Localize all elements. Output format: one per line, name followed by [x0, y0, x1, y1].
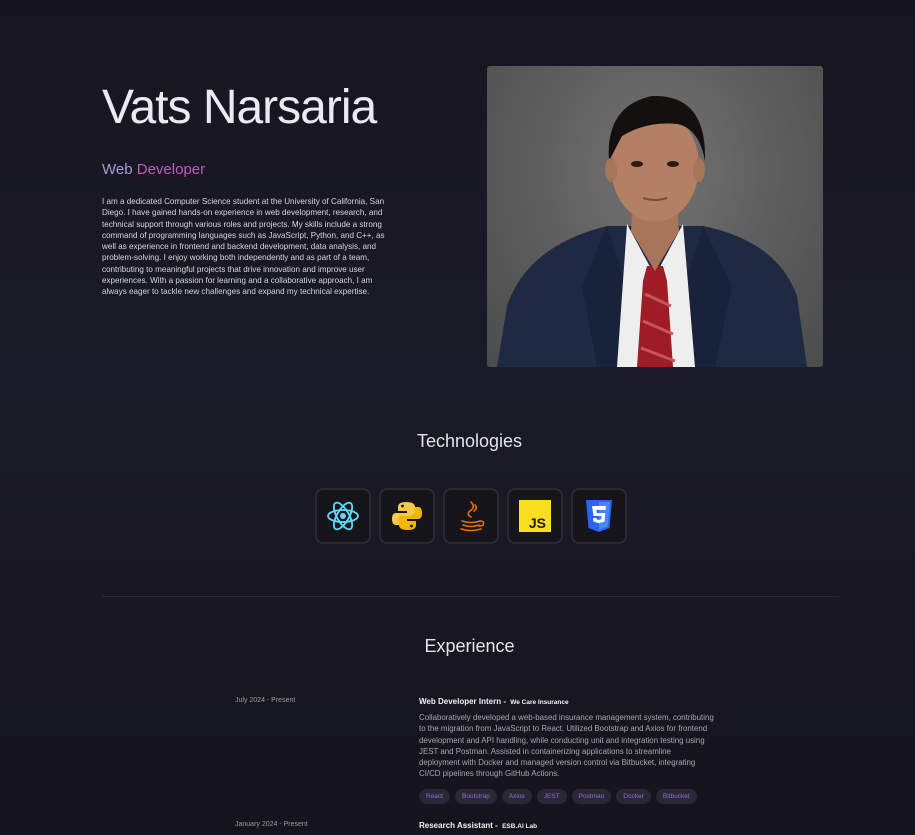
skill-tag: React [419, 789, 450, 804]
technologies-title: Technologies [416, 431, 523, 451]
experience-description: Collaboratively developed a web-based in… [419, 713, 714, 779]
hero-bio: I am a dedicated Computer Science studen… [102, 197, 385, 297]
tech-card-javascript: JS [507, 488, 563, 544]
section-divider [102, 596, 839, 597]
experience-date: July 2024 - Present [235, 697, 296, 704]
profile-photo [487, 66, 823, 367]
experience-tags: React Bootstrap Axios JEST Postman Docke… [419, 789, 697, 804]
experience-date: January 2024 - Present [235, 821, 308, 828]
skill-tag: Bitbucket [655, 789, 697, 804]
tech-card-python [379, 488, 435, 544]
tech-card-react [315, 488, 371, 544]
hero-section: Vats Narsaria Web Developer I am a dedic… [0, 0, 915, 400]
skill-tag: Docker [616, 789, 651, 804]
skill-tag: Axios [501, 789, 532, 804]
react-icon [327, 501, 359, 531]
tech-card-java [443, 488, 499, 544]
hero-role-developer: Developer [136, 161, 206, 178]
experience-company: We Care Insurance [510, 699, 569, 706]
experience-heading: Web Developer Intern - We Care Insurance [419, 697, 569, 706]
experience-heading: Research Assistant - ESB.AI Lab [419, 821, 537, 830]
svg-text:JS: JS [529, 515, 546, 531]
experience-title: Experience [424, 636, 515, 656]
technologies-list: JS [315, 488, 627, 544]
skill-tag: Postman [571, 789, 612, 804]
experience-company: ESB.AI Lab [502, 823, 538, 830]
experience-position: Web Developer Intern - [419, 697, 509, 706]
python-icon [392, 502, 422, 530]
hero-name: Vats Narsaria [102, 81, 377, 134]
tech-card-css3 [571, 488, 627, 544]
skill-tag: JEST [536, 789, 567, 804]
hero-role-web: Web [102, 161, 133, 178]
css3-icon [586, 500, 612, 532]
java-icon [460, 501, 485, 532]
javascript-icon: JS [519, 500, 551, 532]
skill-tag: Bootstrap [454, 789, 497, 804]
experience-position: Research Assistant - [419, 821, 501, 830]
hero-role: Web Developer [102, 161, 205, 178]
